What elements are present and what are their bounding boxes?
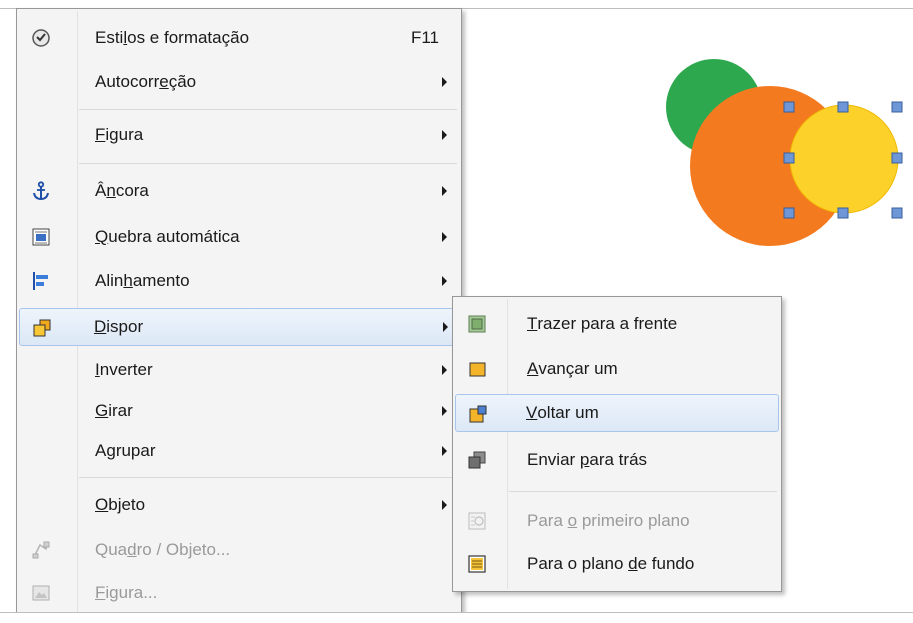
handle-top-left[interactable] xyxy=(783,101,795,113)
menu-separator xyxy=(79,109,457,110)
send-backward-icon xyxy=(469,405,487,423)
wrap-icon xyxy=(32,228,50,246)
submenu-item-label: Para o plano de fundo xyxy=(527,554,695,573)
submenu-item-label: Para o primeiro plano xyxy=(527,511,690,530)
menu-item-arrange[interactable]: Dispor xyxy=(19,308,459,346)
menu-item-anchor[interactable]: Ân cora xyxy=(19,172,459,210)
arrange-submenu: Trazer para a frente Avançar um Voltar u… xyxy=(452,296,782,592)
context-menu: Estilos e formatação F11 Autocorr e ção Fi… xyxy=(16,8,462,618)
menu-item-label: Girar xyxy=(95,401,133,420)
menu-item-label: Objeto xyxy=(95,495,146,514)
menu-item-group[interactable]: Ag rupar xyxy=(19,432,459,470)
submenu-arrow-icon xyxy=(442,232,447,242)
menu-item-flip[interactable]: Inverter xyxy=(19,351,459,389)
bring-forward-icon xyxy=(469,362,486,377)
submenu-item-foreground[interactable]: Para o primeiro plano xyxy=(455,502,779,540)
submenu-arrow-icon xyxy=(442,446,447,456)
menu-separator xyxy=(79,163,457,164)
submenu-arrow-icon xyxy=(442,500,447,510)
menu-item-label: Ân cora xyxy=(95,181,149,200)
handle-bottom-center[interactable] xyxy=(837,207,849,219)
submenu-arrow-icon xyxy=(442,406,447,416)
shortcut-label: F11 xyxy=(410,28,439,47)
menu-item-label: Quebra automática xyxy=(95,227,240,246)
handle-bottom-right[interactable] xyxy=(891,207,903,219)
submenu-item-send-backward[interactable]: Voltar um xyxy=(455,394,779,432)
menu-item-alignment[interactable]: Alin h amento xyxy=(19,262,459,300)
handle-bottom-left[interactable] xyxy=(783,207,795,219)
menu-item-figure[interactable]: Figura xyxy=(19,116,459,154)
send-to-back-icon xyxy=(468,451,486,469)
menu-item-picture[interactable]: Figura... xyxy=(19,574,459,612)
anchor-icon xyxy=(33,181,49,201)
submenu-arrow-icon xyxy=(442,130,447,140)
menu-item-rotate[interactable]: Girar xyxy=(19,392,459,430)
menu-item-frame-object[interactable]: Qua d ro / Objeto... xyxy=(19,531,459,569)
submenu-arrow-icon xyxy=(442,186,447,196)
styles-icon xyxy=(32,29,50,47)
menu-item-label: Qua d ro / Objeto... xyxy=(95,540,231,559)
bring-to-front-icon xyxy=(468,315,486,333)
handle-middle-right[interactable] xyxy=(891,152,903,164)
submenu-arrow-icon xyxy=(442,77,447,87)
window-bottom-edge xyxy=(0,612,913,623)
menu-item-label: Inverter xyxy=(95,360,153,379)
submenu-arrow-icon xyxy=(442,365,447,375)
menu-item-label: Estilos e formatação xyxy=(95,28,250,47)
menu-item-styles[interactable]: Estilos e formatação F11 xyxy=(19,19,459,57)
menu-item-wrap[interactable]: Quebra automática xyxy=(19,218,459,256)
submenu-arrow-icon xyxy=(443,322,448,332)
menu-item-label: Figura... xyxy=(95,583,158,602)
submenu-item-send-to-back[interactable]: Enviar p ara trás xyxy=(455,441,779,479)
menu-separator xyxy=(79,477,457,478)
submenu-item-background[interactable]: Para o plano de fundo xyxy=(455,545,779,583)
handle-top-right[interactable] xyxy=(891,101,903,113)
foreground-icon xyxy=(468,512,486,530)
menu-item-label: Dispor xyxy=(94,317,144,336)
submenu-item-label: Enviar p ara trás xyxy=(527,450,648,469)
submenu-item-label: Voltar um xyxy=(526,403,599,422)
menu-item-label: Figura xyxy=(95,125,144,144)
menu-item-label: Autocorr e ção xyxy=(95,72,197,91)
menu-item-label: Ag rupar xyxy=(95,441,156,460)
menu-item-autocorrect[interactable]: Autocorr e ção xyxy=(19,63,459,101)
handle-middle-left[interactable] xyxy=(783,152,795,164)
submenu-item-label: Trazer para a frente xyxy=(527,314,678,333)
submenu-item-label: Avançar um xyxy=(527,359,618,378)
picture-icon xyxy=(32,585,50,601)
submenu-separator xyxy=(509,491,777,492)
submenu-arrow-icon xyxy=(442,276,447,286)
yellow-circle[interactable] xyxy=(789,104,899,214)
menu-item-object[interactable]: Objeto xyxy=(19,486,459,524)
background-icon xyxy=(468,555,486,573)
align-icon xyxy=(33,272,48,290)
submenu-item-bring-forward[interactable]: Avançar um xyxy=(455,350,779,388)
menu-item-label: Alin h amento xyxy=(95,271,190,290)
arrange-icon xyxy=(33,319,51,337)
frame-object-icon xyxy=(32,541,50,559)
submenu-item-bring-to-front[interactable]: Trazer para a frente xyxy=(455,305,779,343)
handle-top-center[interactable] xyxy=(837,101,849,113)
